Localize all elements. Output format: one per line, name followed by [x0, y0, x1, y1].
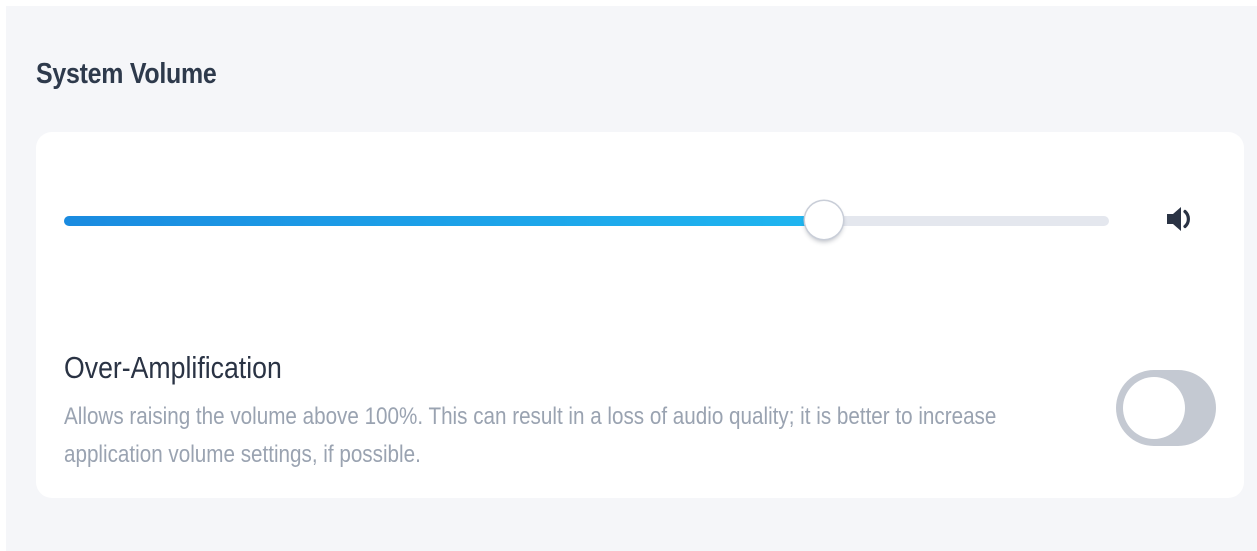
- volume-card: Over-Amplification Allows raising the vo…: [36, 132, 1244, 498]
- section-title: System Volume: [36, 58, 217, 90]
- slider-thumb[interactable]: [804, 201, 843, 239]
- volume-settings-page: System Volume Over-Amplification Allows …: [6, 6, 1257, 551]
- over-amplification-toggle[interactable]: [1116, 370, 1216, 446]
- volume-slider[interactable]: [64, 201, 1109, 240]
- over-amplification-description: Allows raising the volume above 100%. Th…: [64, 403, 997, 468]
- over-amplification-label: Over-Amplification: [64, 350, 282, 385]
- toggle-knob: [1123, 377, 1185, 439]
- speaker-volume-icon[interactable]: [1162, 201, 1198, 237]
- slider-fill: [64, 216, 824, 226]
- over-amplification-row: Over-Amplification Allows raising the vo…: [64, 350, 1214, 470]
